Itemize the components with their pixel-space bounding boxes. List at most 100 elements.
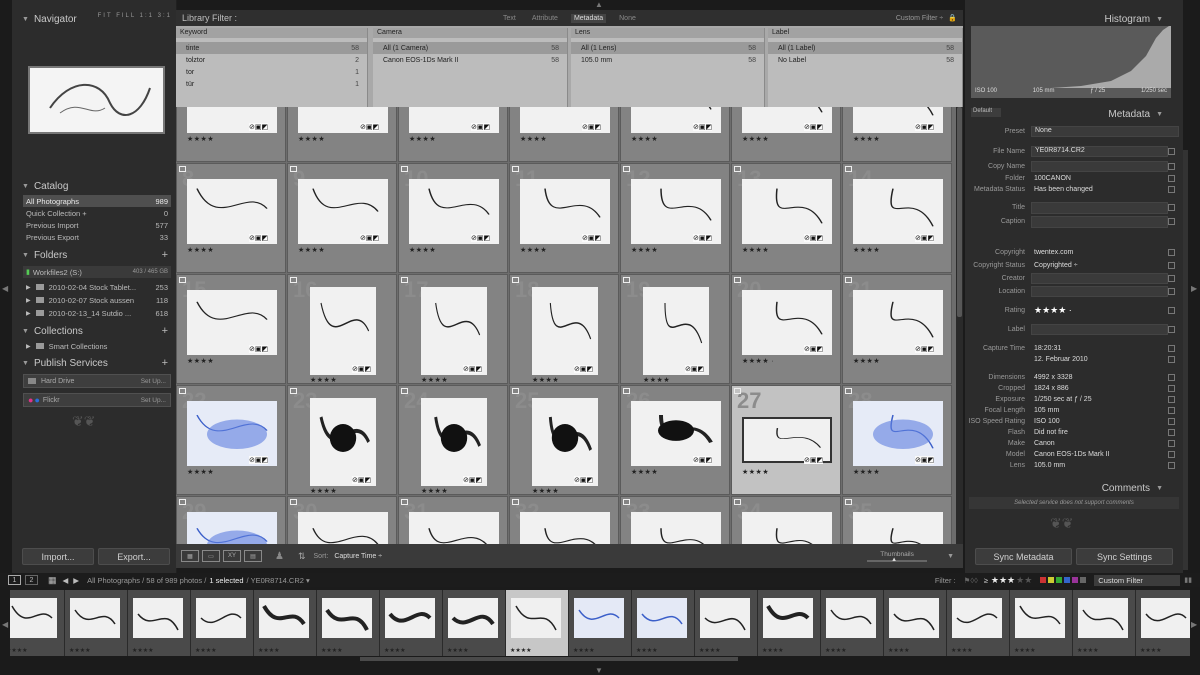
filter-tab-none[interactable]: None bbox=[616, 14, 639, 23]
thumbnail-image[interactable] bbox=[298, 512, 388, 544]
thumbnail-badges-icon[interactable]: ⊘▣◩ bbox=[463, 476, 483, 484]
pick-flag-icon[interactable] bbox=[512, 499, 519, 505]
metadata-preset-select[interactable]: None bbox=[1031, 126, 1179, 137]
thumbnail-badges-icon[interactable]: ⊘▣◩ bbox=[249, 123, 269, 131]
metadata-value[interactable] bbox=[1031, 161, 1168, 172]
expand-triangle-icon[interactable]: ▶ bbox=[26, 284, 31, 291]
add-collection-icon[interactable]: + bbox=[162, 325, 168, 337]
red-label-icon[interactable] bbox=[1040, 577, 1047, 583]
pick-flag-icon[interactable] bbox=[512, 388, 519, 394]
rating-stars[interactable]: ★★★★ bbox=[421, 487, 448, 495]
survey-view-icon[interactable]: ▤ bbox=[244, 550, 262, 562]
filmstrip-thumbnail[interactable]: ★★★★ bbox=[1010, 590, 1073, 656]
filmstrip-thumbnail[interactable]: ★★★★ bbox=[10, 590, 65, 656]
grid-cell[interactable]: 34⊘▣◩ bbox=[731, 496, 841, 544]
thumbnail-badges-icon[interactable]: ⊘▣◩ bbox=[574, 476, 594, 484]
grid-cell[interactable]: ⊘▣◩ ★★★★ bbox=[509, 107, 619, 162]
thumbnail-badges-icon[interactable]: ⊘▣◩ bbox=[352, 365, 372, 373]
filmstrip-thumbnail[interactable]: ★★★★ bbox=[1073, 590, 1136, 656]
filmstrip-thumbnail[interactable]: ★★★★ bbox=[254, 590, 317, 656]
grid-cell[interactable]: 25 ⊘▣◩ ★★★★ bbox=[509, 385, 619, 495]
thumbnail-badges-icon[interactable]: ⊘▣◩ bbox=[915, 123, 935, 131]
thumbnail-image[interactable] bbox=[532, 398, 598, 486]
thumbnail-badges-icon[interactable]: ⊘▣◩ bbox=[804, 345, 824, 353]
grid-cell[interactable]: 33⊘▣◩ bbox=[620, 496, 730, 544]
thumbnail-image[interactable] bbox=[643, 287, 709, 375]
rating-stars[interactable]: ★★★★ bbox=[631, 246, 658, 254]
thumbnail-image[interactable] bbox=[310, 287, 376, 375]
thumbnail-badges-icon[interactable]: ⊘▣◩ bbox=[804, 123, 824, 131]
thumbnail-badges-icon[interactable]: ⊘▣◩ bbox=[582, 123, 602, 131]
pick-flag-icon[interactable] bbox=[623, 277, 630, 283]
navigator-zoom-options[interactable]: FIT FILL 1:1 3:1 bbox=[98, 13, 172, 19]
folder-volume[interactable]: ▮ Workfiles2 (S:) 403 / 465 GB bbox=[23, 266, 171, 278]
add-folder-icon[interactable]: + bbox=[162, 249, 168, 261]
rating-stars[interactable]: ★★★★ bbox=[742, 135, 769, 143]
grid-cell[interactable]: 15⊘▣◩★★★★ bbox=[176, 274, 286, 384]
rating-stars[interactable]: ★★★★ bbox=[532, 487, 559, 495]
rating-stars[interactable]: ★★★★ bbox=[409, 246, 436, 254]
metadata-value[interactable]: twentex.com bbox=[1031, 249, 1168, 256]
grid-cell[interactable]: 32⊘▣◩ bbox=[509, 496, 619, 544]
painter-icon[interactable]: ♟ bbox=[275, 551, 284, 562]
folders-header[interactable]: ▼ Folders + bbox=[22, 248, 172, 262]
color-label-filter[interactable] bbox=[1040, 577, 1087, 583]
grid-cell[interactable]: 9⊘▣◩★★★★ bbox=[287, 163, 397, 273]
collapse-triangle-icon[interactable]: ▼ bbox=[22, 360, 29, 367]
thumbnail-image[interactable] bbox=[409, 512, 499, 544]
metadata-action-icon[interactable] bbox=[1168, 307, 1175, 314]
pick-flag-icon[interactable] bbox=[401, 499, 408, 505]
add-publish-service-icon[interactable]: + bbox=[162, 357, 168, 369]
thumbnail-badges-icon[interactable]: ⊘▣◩ bbox=[352, 476, 372, 484]
grid-cell[interactable]: ⊘▣◩ ★★★★ bbox=[731, 107, 841, 162]
pick-flag-icon[interactable] bbox=[179, 499, 186, 505]
grid-cell[interactable]: 8⊘▣◩★★★★ bbox=[176, 163, 286, 273]
filmstrip-thumbnail[interactable]: ★★★★ bbox=[1136, 590, 1190, 656]
pick-flag-icon[interactable] bbox=[290, 388, 297, 394]
rating-stars[interactable]: ★★★★ bbox=[853, 357, 880, 365]
custom-filter-select[interactable]: Custom Filter bbox=[1094, 574, 1181, 586]
filter-row[interactable]: All (1 Lens) 58 bbox=[571, 42, 764, 54]
metadata-action-icon[interactable] bbox=[1168, 186, 1175, 193]
metadata-action-icon[interactable] bbox=[1168, 440, 1175, 447]
window-2-button[interactable]: 2 bbox=[25, 575, 38, 585]
grid-scrollbar[interactable] bbox=[956, 107, 963, 544]
expand-triangle-icon[interactable]: ▶ bbox=[26, 310, 31, 317]
rating-stars[interactable]: ★★★★ bbox=[643, 376, 670, 384]
rating-stars[interactable]: ★★★★ bbox=[310, 376, 337, 384]
filmstrip-thumbnail[interactable]: ★★★★ bbox=[317, 590, 380, 656]
grid-cell[interactable]: 21⊘▣◩★★★★ bbox=[842, 274, 952, 384]
thumbnail-image[interactable] bbox=[631, 512, 721, 544]
pick-flag-icon[interactable] bbox=[512, 277, 519, 283]
rating-filter-empty-stars-icon[interactable]: ★★ bbox=[1016, 575, 1032, 586]
filmstrip-thumbnail[interactable]: ★★★★ bbox=[128, 590, 191, 656]
publish-flickr[interactable]: ● ● Flickr Set Up... bbox=[23, 393, 171, 407]
thumbnail-image[interactable] bbox=[187, 512, 277, 544]
grid-cell[interactable]: 30⊘▣◩ bbox=[287, 496, 397, 544]
import-button[interactable]: Import... bbox=[22, 548, 94, 565]
folder-item[interactable]: ▶ 2010-02-13_14 Sutdio ... 618 bbox=[23, 307, 171, 319]
collection-smart-collections[interactable]: ▶ Smart Collections bbox=[23, 340, 171, 352]
metadata-action-icon[interactable] bbox=[1168, 218, 1175, 225]
toolbar-menu-icon[interactable]: ▼ bbox=[947, 553, 954, 560]
yellow-label-icon[interactable] bbox=[1048, 577, 1055, 583]
sort-select[interactable]: Capture Time ÷ bbox=[334, 553, 382, 560]
collapse-triangle-icon[interactable]: ▼ bbox=[1156, 485, 1163, 492]
filmstrip-source[interactable]: All Photographs / 58 of 989 photos / bbox=[87, 576, 206, 585]
thumbnail-size-slider[interactable]: ▲ bbox=[867, 557, 928, 563]
expand-triangle-icon[interactable]: ▶ bbox=[26, 297, 31, 304]
thumbnail-image[interactable] bbox=[742, 512, 832, 544]
thumbnail-badges-icon[interactable]: ⊘▣◩ bbox=[693, 234, 713, 242]
thumbnail-image[interactable] bbox=[520, 512, 610, 544]
filter-row[interactable]: tolztor 2 bbox=[176, 54, 367, 66]
filmstrip-thumbnail[interactable]: ★★★★ bbox=[191, 590, 254, 656]
pick-flag-icon[interactable] bbox=[179, 166, 186, 172]
metadata-action-icon[interactable] bbox=[1168, 204, 1175, 211]
thumbnail-badges-icon[interactable]: ⊘▣◩ bbox=[693, 456, 713, 464]
thumbnail-badges-icon[interactable]: ⊘▣◩ bbox=[360, 123, 380, 131]
metadata-action-icon[interactable] bbox=[1168, 385, 1175, 392]
metadata-value[interactable]: YE0R8714.CR2 bbox=[1031, 146, 1168, 157]
grid-cell[interactable]: ⊘▣◩ ★★★★ bbox=[620, 107, 730, 162]
forward-arrow-icon[interactable]: ▶ bbox=[73, 576, 79, 585]
filmstrip-thumbnail[interactable]: ★★★★ bbox=[65, 590, 128, 656]
